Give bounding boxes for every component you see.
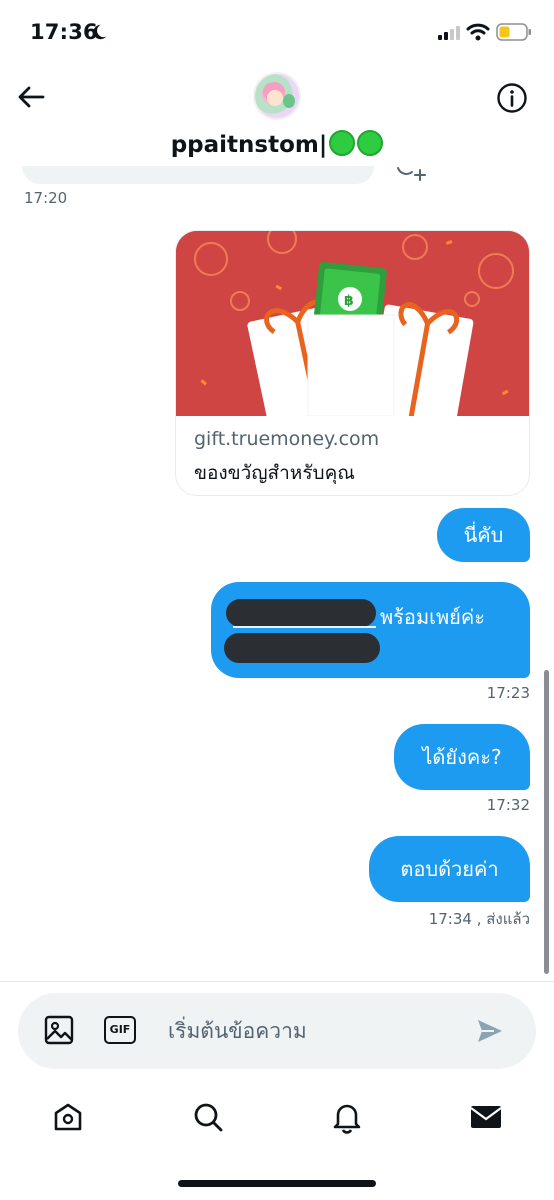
scrollbar[interactable] — [544, 670, 549, 974]
message-text: นี่คับ — [463, 523, 504, 547]
info-icon[interactable] — [496, 82, 528, 114]
message-text: ตอบด้วยค่า — [400, 857, 499, 881]
gift-envelope-image: ฿ — [176, 231, 529, 416]
svg-text:฿: ฿ — [344, 293, 354, 309]
status-bar: 17:36 — [0, 0, 554, 66]
message-status: 17:34 , ส่งแล้ว — [428, 910, 530, 928]
outgoing-message-bubble[interactable]: นี่คับ — [437, 508, 530, 562]
signal-icon — [438, 26, 460, 40]
send-icon[interactable] — [476, 1017, 504, 1045]
outgoing-message-bubble[interactable]: ตอบด้วยค่า — [369, 836, 530, 902]
notifications-icon[interactable] — [331, 1100, 363, 1134]
battery-level — [499, 26, 510, 38]
add-reaction-icon[interactable] — [394, 166, 428, 184]
gif-icon[interactable]: GIF — [104, 1016, 136, 1044]
redacted-text — [226, 599, 376, 627]
message-text: ได้ยังคะ? — [422, 745, 502, 769]
status-time: 17:36 — [30, 20, 98, 44]
image-icon[interactable] — [44, 1014, 74, 1046]
tab-bar — [0, 1088, 554, 1148]
redacted-text — [224, 633, 380, 663]
card-domain: gift.truemoney.com — [194, 428, 380, 450]
green-circle-emoji — [329, 130, 356, 156]
outgoing-message-bubble[interactable]: ได้ยังคะ? — [394, 724, 530, 790]
wifi-icon — [466, 23, 490, 41]
link-preview-card[interactable]: ฿ gift.truemoney.com ของขวัญสำหรับคุณ — [175, 230, 530, 496]
home-icon[interactable] — [52, 1100, 84, 1134]
message-timestamp: 17:20 — [24, 189, 68, 207]
message-timestamp: 17:32 — [486, 796, 530, 814]
message-timestamp: 17:23 — [486, 684, 530, 702]
incoming-message-bubble[interactable] — [22, 166, 374, 184]
search-icon[interactable] — [192, 1100, 224, 1134]
message-composer: GIF — [18, 993, 536, 1069]
outgoing-message-bubble[interactable]: พร้อมเพย์ค่ะ — [211, 582, 530, 678]
moon-icon — [93, 24, 107, 40]
divider — [0, 981, 554, 982]
display-name-text: ppaitnstom| — [170, 132, 328, 158]
messages-icon[interactable] — [470, 1100, 502, 1134]
display-name[interactable]: ppaitnstom| — [0, 130, 554, 158]
link-underline — [233, 626, 376, 628]
home-indicator — [178, 1180, 376, 1187]
message-input[interactable] — [168, 1013, 468, 1049]
avatar[interactable] — [253, 72, 301, 120]
card-title: ของขวัญสำหรับคุณ — [194, 462, 355, 484]
battery-icon — [496, 23, 531, 41]
conversation-header: ppaitnstom| — [0, 66, 554, 166]
message-text: พร้อมเพย์ค่ะ — [380, 605, 485, 629]
back-arrow-icon[interactable] — [16, 82, 46, 112]
green-circle-emoji — [357, 130, 384, 156]
